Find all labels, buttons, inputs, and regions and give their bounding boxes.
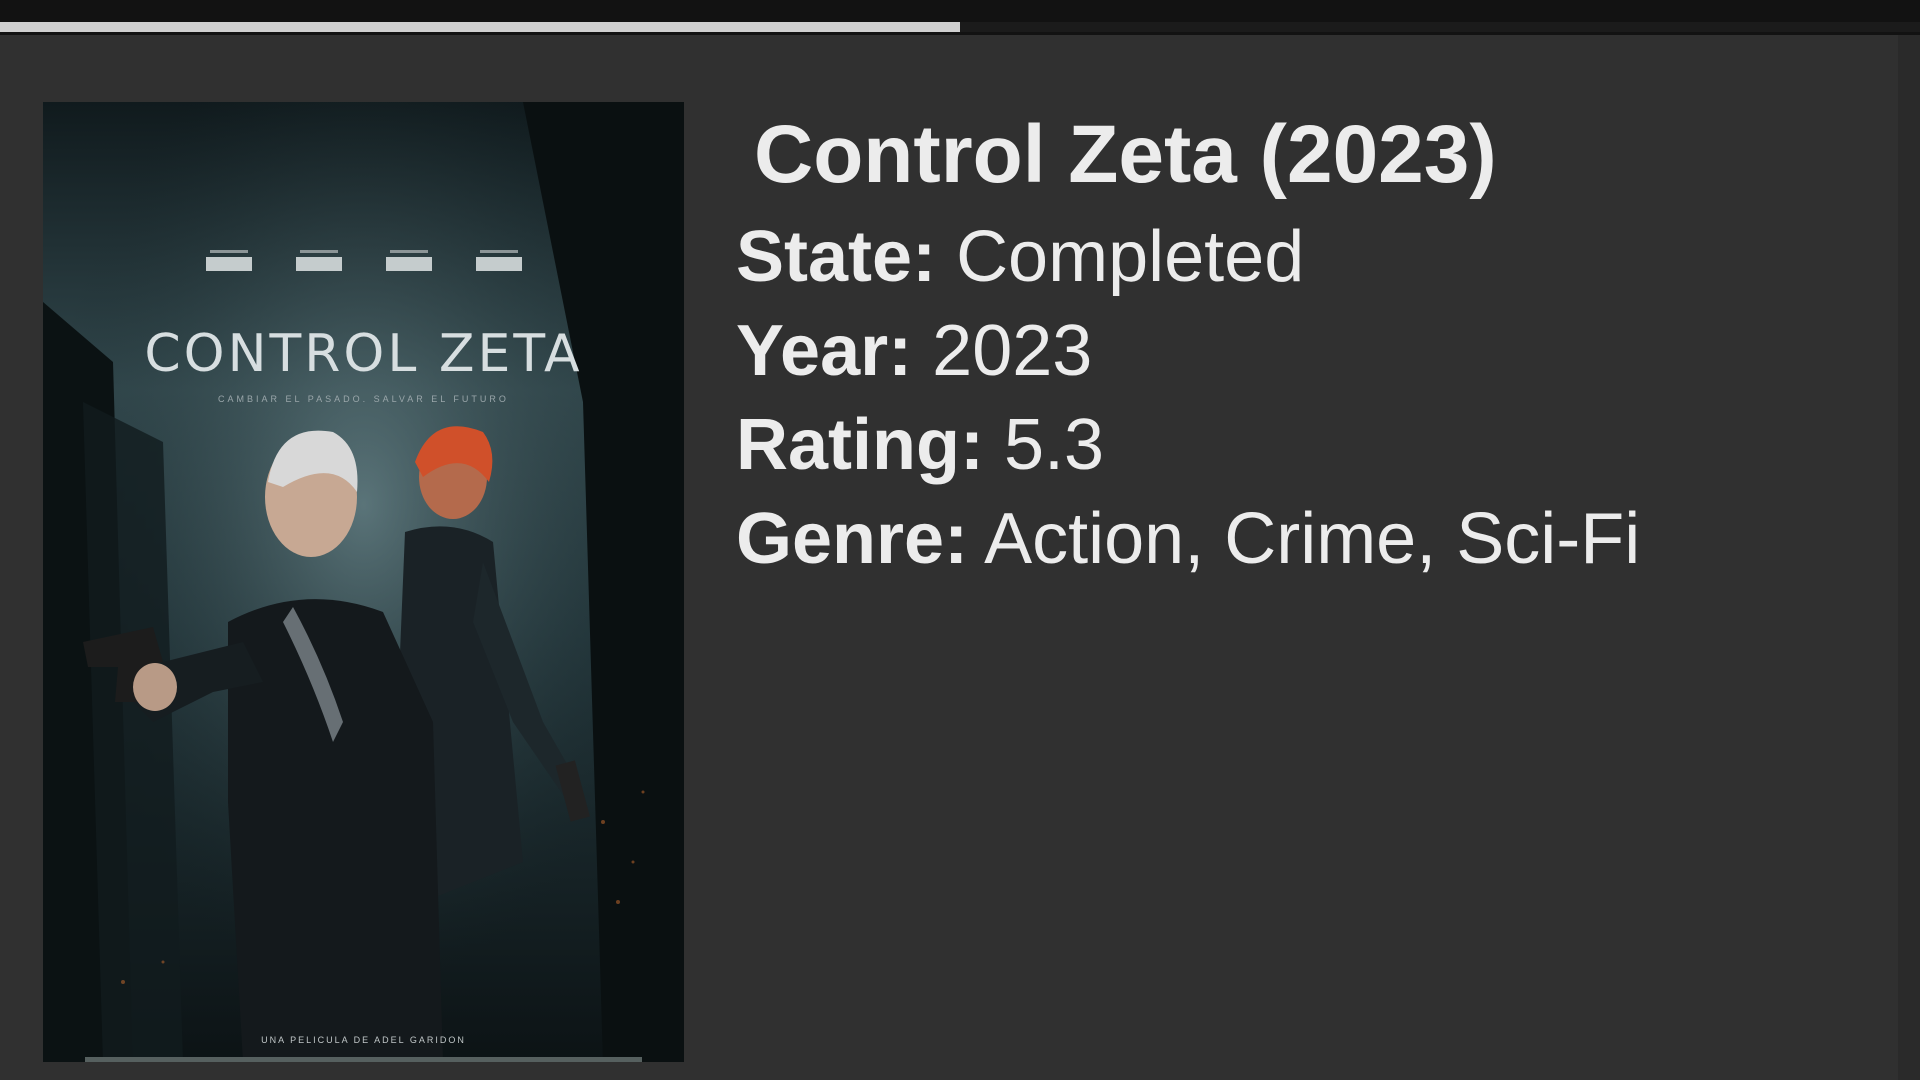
poster-credits-block [85, 1057, 642, 1062]
genre-value: Action, Crime, Sci-Fi [984, 499, 1641, 579]
movie-details: Control Zeta (2023) State: Completed Yea… [736, 100, 1640, 586]
poster-artwork [43, 102, 684, 1062]
poster-cast-item [475, 250, 522, 271]
poster-cast-names [43, 250, 684, 271]
year-field: Year: 2023 [736, 304, 1640, 398]
poster-cast-item [385, 250, 432, 271]
year-label: Year: [736, 311, 913, 391]
state-field: State: Completed [736, 210, 1640, 304]
state-label: State: [736, 217, 937, 297]
rating-label: Rating: [736, 405, 984, 485]
year-value: 2023 [932, 311, 1093, 391]
state-value: Completed [956, 217, 1305, 297]
poster-director-line: UNA PELICULA DE ADEL GARIDON [261, 1035, 466, 1045]
poster-cast-item [295, 250, 342, 271]
poster-tagline: CAMBIAR EL PASADO. SALVAR EL FUTURO [218, 394, 509, 404]
genre-field: Genre: Action, Crime, Sci-Fi [736, 492, 1640, 586]
loading-progress-bar [0, 22, 1920, 32]
genre-label: Genre: [736, 499, 969, 579]
poster-cast-item [205, 250, 252, 271]
right-edge [1898, 35, 1920, 1080]
movie-title: Control Zeta (2023) [754, 109, 1497, 200]
poster-title: CONTROL ZETA [144, 324, 583, 384]
rating-value: 5.3 [1003, 405, 1105, 485]
movie-poster[interactable]: CONTROL ZETA CAMBIAR EL PASADO. SALVAR E… [43, 102, 684, 1062]
progress-fill [0, 22, 960, 32]
media-detail-screen: CONTROL ZETA CAMBIAR EL PASADO. SALVAR E… [0, 0, 1920, 1080]
rating-field: Rating: 5.3 [736, 398, 1640, 492]
